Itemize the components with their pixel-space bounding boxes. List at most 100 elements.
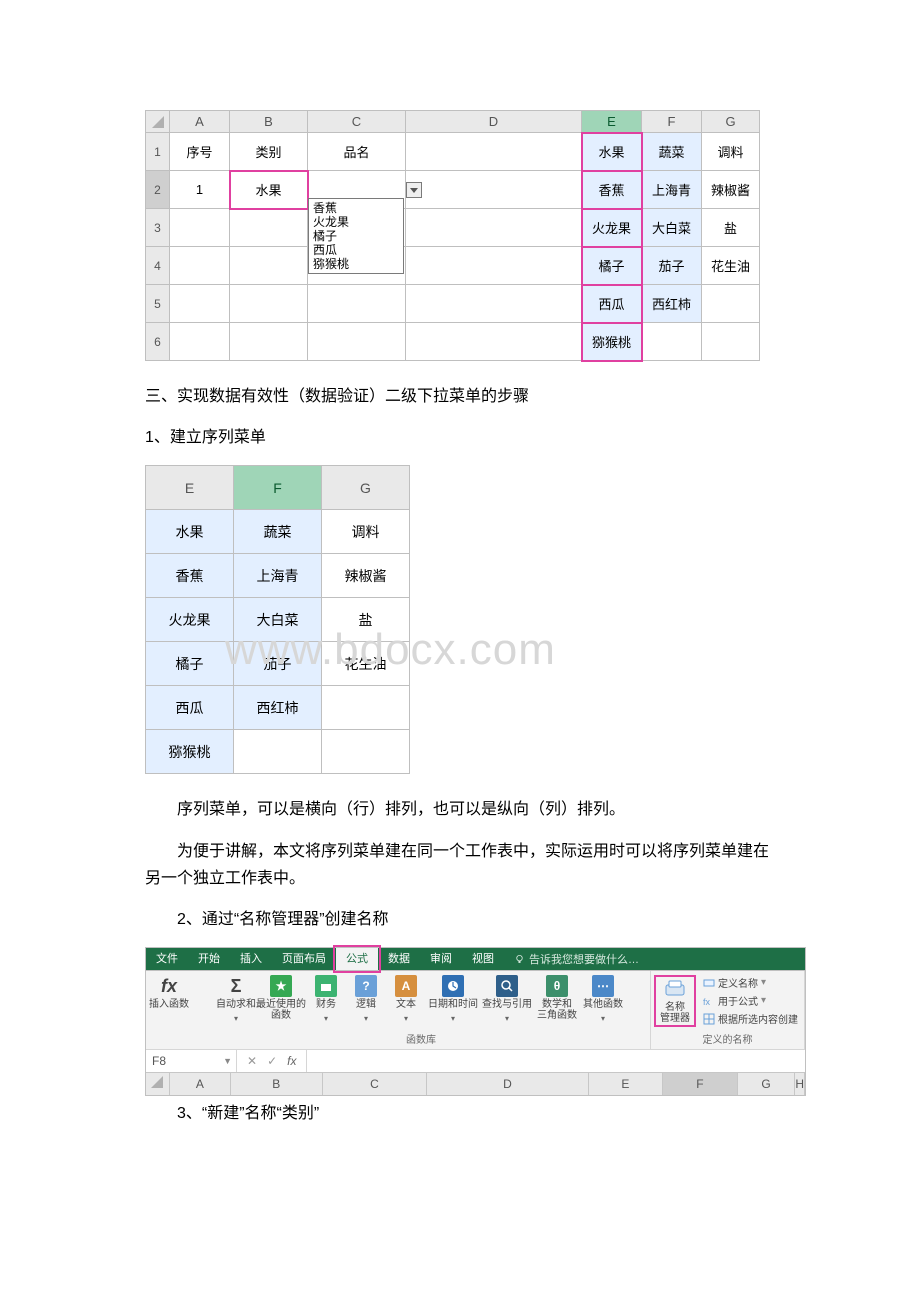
cell-F3[interactable]: 大白菜 bbox=[642, 209, 702, 247]
cell-F2[interactable]: 上海青 bbox=[642, 171, 702, 209]
col-header-A[interactable]: A bbox=[170, 1073, 231, 1095]
col-header-A[interactable]: A bbox=[170, 111, 230, 133]
cell-G1[interactable]: 调料 bbox=[702, 133, 760, 171]
col-header-C[interactable]: C bbox=[308, 111, 406, 133]
col-header-G[interactable]: G bbox=[738, 1073, 796, 1095]
select-all-corner[interactable] bbox=[146, 111, 170, 133]
cell-A5[interactable] bbox=[170, 285, 230, 323]
select-all-corner[interactable] bbox=[146, 1073, 170, 1095]
col-header-G[interactable]: G bbox=[322, 466, 410, 510]
cell-C5[interactable] bbox=[308, 285, 406, 323]
cat-cell[interactable]: 花生油 bbox=[322, 642, 410, 686]
cell-F6[interactable] bbox=[642, 323, 702, 361]
finance-button[interactable]: 财务 bbox=[309, 975, 343, 1024]
other-functions-button[interactable]: ⋯ 其他函数 bbox=[583, 975, 623, 1024]
cell-D3[interactable] bbox=[406, 209, 582, 247]
logic-button[interactable]: ? 逻辑 bbox=[349, 975, 383, 1024]
accept-icon[interactable]: ✓ bbox=[267, 1050, 277, 1072]
cat-cell[interactable] bbox=[322, 730, 410, 774]
cell-F5[interactable]: 西红柿 bbox=[642, 285, 702, 323]
cell-B5[interactable] bbox=[230, 285, 308, 323]
col-header-B[interactable]: B bbox=[231, 1073, 323, 1095]
tab-data[interactable]: 数据 bbox=[378, 948, 420, 970]
dropdown-option[interactable]: 猕猴桃 bbox=[311, 257, 401, 271]
recent-functions-button[interactable]: ★ 最近使用的 函数 bbox=[259, 975, 303, 1021]
cat-cell[interactable]: 调料 bbox=[322, 510, 410, 554]
cell-C1[interactable]: 品名 bbox=[308, 133, 406, 171]
autosum-button[interactable]: Σ 自动求和 bbox=[219, 975, 253, 1024]
col-header-B[interactable]: B bbox=[230, 111, 308, 133]
cat-cell[interactable]: 盐 bbox=[322, 598, 410, 642]
col-header-E[interactable]: E bbox=[146, 466, 234, 510]
cell-G4[interactable]: 花生油 bbox=[702, 247, 760, 285]
tab-review[interactable]: 审阅 bbox=[420, 948, 462, 970]
cat-cell[interactable]: 猕猴桃 bbox=[146, 730, 234, 774]
cell-C3[interactable] bbox=[308, 209, 406, 247]
insert-function-button[interactable]: fx 插入函数 bbox=[152, 975, 186, 1010]
tab-formula[interactable]: 公式 bbox=[336, 948, 378, 970]
cell-E5[interactable]: 西瓜 bbox=[582, 285, 642, 323]
cell-G3[interactable]: 盐 bbox=[702, 209, 760, 247]
col-header-D[interactable]: D bbox=[427, 1073, 588, 1095]
cat-cell[interactable]: 西瓜 bbox=[146, 686, 234, 730]
cell-A1[interactable]: 序号 bbox=[170, 133, 230, 171]
col-header-G[interactable]: G bbox=[702, 111, 760, 133]
cell-A6[interactable] bbox=[170, 323, 230, 361]
col-header-E[interactable]: E bbox=[589, 1073, 664, 1095]
tab-home[interactable]: 开始 bbox=[188, 948, 230, 970]
tab-layout[interactable]: 页面布局 bbox=[272, 948, 336, 970]
cat-cell[interactable]: 大白菜 bbox=[234, 598, 322, 642]
row-header-1[interactable]: 1 bbox=[146, 133, 170, 171]
cell-A2[interactable]: 1 bbox=[170, 171, 230, 209]
cat-cell[interactable]: 火龙果 bbox=[146, 598, 234, 642]
cell-E1[interactable]: 水果 bbox=[582, 133, 642, 171]
cat-cell[interactable]: 蔬菜 bbox=[234, 510, 322, 554]
cat-cell[interactable]: 茄子 bbox=[234, 642, 322, 686]
row-header-6[interactable]: 6 bbox=[146, 323, 170, 361]
row-header-2[interactable]: 2 bbox=[146, 171, 170, 209]
use-in-formula-button[interactable]: fx 用于公式▾ bbox=[703, 993, 766, 1008]
col-header-D[interactable]: D bbox=[406, 111, 582, 133]
row-header-3[interactable]: 3 bbox=[146, 209, 170, 247]
cell-F4[interactable]: 茄子 bbox=[642, 247, 702, 285]
cell-B3[interactable] bbox=[230, 209, 308, 247]
text-button[interactable]: A 文本 bbox=[389, 975, 423, 1024]
cat-cell[interactable]: 香蕉 bbox=[146, 554, 234, 598]
cell-B1[interactable]: 类别 bbox=[230, 133, 308, 171]
cell-F1[interactable]: 蔬菜 bbox=[642, 133, 702, 171]
cell-B2[interactable]: 水果 bbox=[230, 171, 308, 209]
cell-D1[interactable] bbox=[406, 133, 582, 171]
tab-view[interactable]: 视图 bbox=[462, 948, 504, 970]
col-header-H[interactable]: H bbox=[795, 1073, 805, 1095]
cell-E4[interactable]: 橘子 bbox=[582, 247, 642, 285]
cell-A4[interactable] bbox=[170, 247, 230, 285]
cat-cell[interactable]: 辣椒酱 bbox=[322, 554, 410, 598]
tab-insert[interactable]: 插入 bbox=[230, 948, 272, 970]
create-from-selection-button[interactable]: 根据所选内容创建 bbox=[703, 1011, 798, 1026]
cell-D4[interactable] bbox=[406, 247, 582, 285]
col-header-F[interactable]: F bbox=[642, 111, 702, 133]
tab-file[interactable]: 文件 bbox=[146, 948, 188, 970]
cell-D2[interactable] bbox=[406, 171, 582, 209]
cell-G2[interactable]: 辣椒酱 bbox=[702, 171, 760, 209]
cell-C6[interactable] bbox=[308, 323, 406, 361]
cat-cell[interactable]: 橘子 bbox=[146, 642, 234, 686]
cell-E3[interactable]: 火龙果 bbox=[582, 209, 642, 247]
cell-E2[interactable]: 香蕉 bbox=[582, 171, 642, 209]
col-header-E[interactable]: E bbox=[582, 111, 642, 133]
col-header-F[interactable]: F bbox=[663, 1073, 738, 1095]
cell-D6[interactable] bbox=[406, 323, 582, 361]
name-manager-button[interactable]: 名称 管理器 bbox=[657, 978, 693, 1024]
cat-cell[interactable] bbox=[322, 686, 410, 730]
row-header-4[interactable]: 4 bbox=[146, 247, 170, 285]
cell-G6[interactable] bbox=[702, 323, 760, 361]
tell-me[interactable]: 告诉我您想要做什么… bbox=[504, 948, 639, 970]
col-header-C[interactable]: C bbox=[323, 1073, 428, 1095]
row-header-5[interactable]: 5 bbox=[146, 285, 170, 323]
name-box[interactable]: F8 ▼ bbox=[146, 1050, 237, 1072]
cell-B4[interactable] bbox=[230, 247, 308, 285]
cell-B6[interactable] bbox=[230, 323, 308, 361]
col-header-F[interactable]: F bbox=[234, 466, 322, 510]
cell-G5[interactable] bbox=[702, 285, 760, 323]
fx-icon[interactable]: fx bbox=[287, 1050, 296, 1072]
